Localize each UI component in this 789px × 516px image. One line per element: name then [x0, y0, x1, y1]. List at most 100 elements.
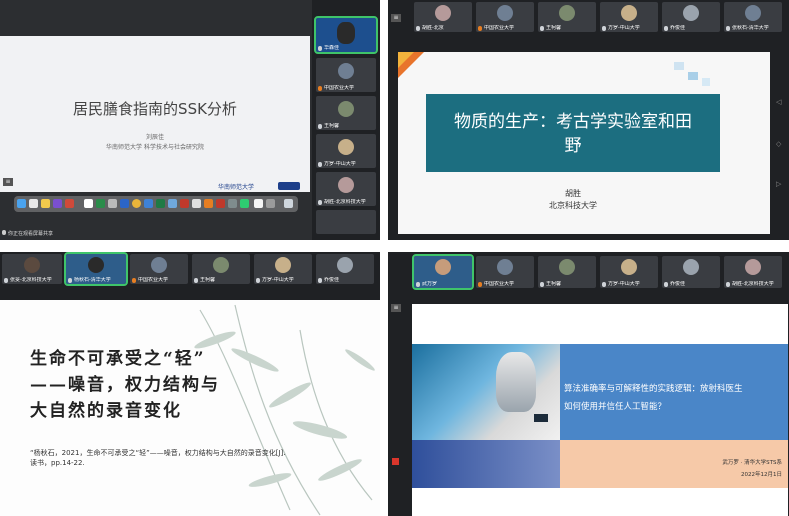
video-tile[interactable]: 胡胜-北京科技大学 — [316, 172, 376, 206]
avatar — [338, 139, 354, 155]
app-icon[interactable] — [216, 199, 225, 208]
prev-arrow-icon[interactable]: ◁ — [776, 98, 781, 106]
app-icon[interactable] — [84, 199, 93, 208]
university-logo: 华南师范大学 — [218, 184, 255, 191]
video-tile[interactable]: 方罗-中山大学 — [600, 2, 658, 32]
chrome-icon[interactable] — [132, 199, 141, 208]
app-icon[interactable] — [65, 199, 74, 208]
pen-icon[interactable]: ◇ — [776, 140, 781, 148]
share-status: 你正在观看屏幕共享 — [2, 230, 53, 237]
avatar — [683, 259, 699, 275]
video-tile[interactable]: 王柯馨 — [192, 254, 250, 284]
app-icon[interactable] — [204, 199, 213, 208]
video-tile[interactable]: 中国农业大学 — [476, 2, 534, 32]
video-tile[interactable]: 中国农业大学 — [476, 256, 534, 288]
avatar — [88, 257, 104, 273]
video-tile[interactable]: 方罗-中山大学 — [254, 254, 312, 284]
slide-author: 刘辰佳 — [145, 134, 164, 141]
video-tile[interactable]: 杨秋石-清华大学 — [64, 252, 128, 286]
stop-icon[interactable] — [392, 458, 399, 465]
avatar — [337, 257, 353, 273]
app-icon[interactable] — [228, 199, 237, 208]
avatar — [275, 257, 291, 273]
title-band: 算法准确率与可解释性的实践逻辑：放射科医生 如何使用并信任人工智能？ — [560, 344, 788, 440]
avatar — [338, 101, 354, 117]
video-tile[interactable]: 武万罗 — [412, 254, 474, 290]
shared-slide-2: 物质的生产：考古学实验室和田 野 胡胜 北京科技大学 — [398, 52, 770, 234]
avatar — [497, 259, 513, 275]
excel-icon[interactable] — [156, 199, 165, 208]
slide-affiliation: 华南师范大学 科学技术与社会研究院 — [106, 144, 204, 151]
meeting-window-4: 武万罗 中国农业大学 王柯馨 方罗-中山大学 乔俊佳 胡胜-北京科技大学 ≡ 算… — [388, 252, 789, 516]
app-icon[interactable] — [41, 199, 50, 208]
slide-title: 居民膳食指南的SSK分析 — [73, 100, 237, 118]
next-arrow-icon[interactable]: ▷ — [776, 180, 781, 188]
video-tile[interactable]: 王柯馨 — [316, 96, 376, 130]
menu-icon[interactable]: ≡ — [391, 14, 401, 22]
video-tile[interactable]: 张秋石-清华大学 — [724, 2, 782, 32]
avatar — [435, 259, 451, 275]
video-tile[interactable]: 胡胜-北京科技大学 — [724, 256, 782, 288]
avatar — [497, 5, 513, 21]
meeting-window-2: 胡胜-北京 中国农业大学 王柯馨 方罗-中山大学 乔俊佳 张秋石-清华大学 ≡ … — [388, 0, 789, 240]
shared-slide-4: 算法准确率与可解释性的实践逻辑：放射科医生 如何使用并信任人工智能？ 武万罗 ·… — [412, 304, 788, 516]
app-icon[interactable] — [180, 199, 189, 208]
video-tile[interactable]: 华森佳 — [314, 16, 378, 54]
ai-illustration — [412, 344, 560, 440]
logo-badge — [534, 414, 548, 422]
shared-slide-3: 生命不可承受之“轻” ——噪音，权力结构与 大自然的录音变化 “杨秋石，2021… — [0, 300, 380, 516]
video-strip: 胡胜-北京 中国农业大学 王柯馨 方罗-中山大学 乔俊佳 张秋石-清华大学 — [388, 0, 789, 34]
video-tile[interactable] — [316, 210, 376, 234]
app-icon[interactable] — [120, 199, 129, 208]
menu-icon[interactable]: ≡ — [3, 178, 13, 186]
video-sidebar: 华森佳 中国农业大学 王柯馨 方罗-中山大学 胡胜-北京科技大学 — [312, 0, 380, 240]
video-tile[interactable]: 方罗-中山大学 — [600, 256, 658, 288]
slide-title-line: 生命不可承受之“轻” — [30, 349, 206, 369]
video-tile[interactable]: 胡胜-北京 — [414, 2, 472, 32]
author-band: 武万罗 · 清华大学STS系 2022年12月1日 — [560, 440, 788, 488]
launchpad-icon[interactable] — [29, 199, 38, 208]
meeting-window-1: 居民膳食指南的SSK分析 刘辰佳 华南师范大学 科学技术与社会研究院 华南师范大… — [0, 0, 380, 240]
app-icon[interactable] — [168, 199, 177, 208]
slide-citation: “杨秋石，2021，生命不可承受之“轻”——噪音，权力结构与大自然的录音变化[J… — [30, 449, 286, 467]
video-tile[interactable]: 方罗-中山大学 — [316, 134, 376, 168]
wechat-icon[interactable] — [240, 199, 249, 208]
avatar — [621, 259, 637, 275]
video-tile[interactable]: 张旻-北京科技大学 — [2, 254, 62, 284]
trash-icon[interactable] — [284, 199, 293, 208]
app-dock — [14, 196, 298, 212]
video-tile[interactable]: 乔俊佳 — [316, 254, 374, 284]
avatar — [151, 257, 167, 273]
ai-face — [496, 352, 536, 412]
video-tile[interactable]: 乔俊佳 — [662, 2, 720, 32]
title-box: 物质的生产：考古学实验室和田 野 — [426, 94, 720, 172]
avatar — [621, 5, 637, 21]
avatar — [337, 22, 355, 44]
app-icon[interactable] — [108, 199, 117, 208]
app-icon[interactable] — [192, 199, 201, 208]
avatar — [745, 259, 761, 275]
slide-title-line: 大自然的录音变化 — [30, 401, 182, 421]
video-tile[interactable]: 中国农业大学 — [316, 58, 376, 92]
app-icon[interactable] — [266, 199, 275, 208]
slide-title-line: ——噪音，权力结构与 — [30, 375, 220, 395]
video-tile[interactable]: 乔俊佳 — [662, 256, 720, 288]
app-icon[interactable] — [254, 199, 263, 208]
slide-affiliation: 北京科技大学 — [549, 201, 597, 210]
video-strip: 武万罗 中国农业大学 王柯馨 方罗-中山大学 乔俊佳 胡胜-北京科技大学 — [388, 252, 789, 292]
finder-icon[interactable] — [17, 199, 26, 208]
avatar — [213, 257, 229, 273]
video-tile[interactable]: 中国农业大学 — [130, 254, 188, 284]
video-strip: 张旻-北京科技大学 杨秋石-清华大学 中国农业大学 王柯馨 方罗-中山大学 乔俊… — [0, 252, 380, 286]
video-tile[interactable]: 王柯馨 — [538, 256, 596, 288]
bottom-band — [412, 440, 560, 488]
slide-title-line: 如何使用并信任人工智能？ — [564, 402, 667, 412]
avatar — [745, 5, 761, 21]
avatar — [24, 257, 40, 273]
app-icon[interactable] — [53, 199, 62, 208]
pixel-decoration — [702, 78, 710, 86]
video-tile[interactable]: 王柯馨 — [538, 2, 596, 32]
app-icon[interactable] — [144, 199, 153, 208]
app-icon[interactable] — [96, 199, 105, 208]
menu-icon[interactable]: ≡ — [391, 304, 401, 312]
